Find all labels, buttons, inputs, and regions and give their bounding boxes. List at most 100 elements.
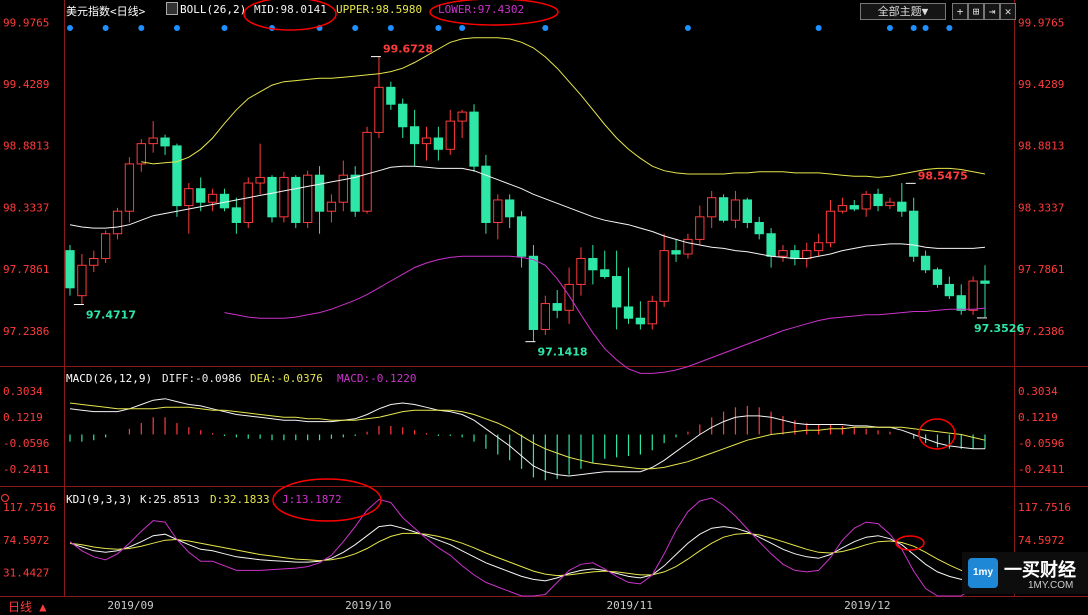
candle-body-56	[730, 199, 741, 221]
candle-body-10	[184, 188, 194, 207]
annotation-label-1: 97.4717	[86, 309, 136, 322]
candle-body-76	[968, 280, 978, 311]
candle-body-24	[350, 174, 360, 212]
candle-body-42	[564, 283, 574, 311]
candle-body-50	[659, 250, 669, 302]
price-tick-left-3: 98.3337	[3, 201, 49, 214]
price-tick-left-2: 98.8813	[3, 140, 49, 153]
macd-tick-right-0: 0.3034	[1018, 385, 1058, 398]
macd-tick-left-0: 0.3034	[3, 385, 43, 398]
signal-dot-8	[387, 25, 394, 31]
candle-body-36	[493, 199, 503, 223]
annotation-label-3: 98.5475	[918, 169, 968, 182]
settings-dot-icon[interactable]	[1, 494, 9, 502]
candle-body-58	[754, 221, 764, 235]
candle-body-53	[695, 216, 705, 240]
kdj-tick-right-0: 117.7516	[1018, 501, 1071, 514]
kdj-k-value: K:25.8513	[140, 493, 200, 506]
date-label-3: 2019/12	[844, 599, 890, 612]
candle-body-38	[516, 216, 527, 257]
signal-dot-2	[138, 25, 145, 31]
watermark-name: 一买财经	[1004, 560, 1076, 581]
candle-body-65	[837, 205, 848, 212]
candle-body-13	[219, 193, 230, 209]
candle-body-34	[469, 111, 479, 167]
candle-body-69	[885, 201, 895, 207]
date-label-0: 2019/09	[107, 599, 153, 612]
macd-tick-left-1: 0.1219	[3, 411, 43, 424]
export-icon[interactable]: ⇥	[984, 3, 1000, 20]
candle-body-19	[291, 176, 301, 223]
price-tick-left-5: 97.2386	[3, 325, 49, 338]
candle-body-28	[398, 103, 408, 128]
theme-dropdown[interactable]: 全部主题▼	[860, 3, 946, 20]
candle-body-40	[540, 303, 550, 330]
candle-body-37	[505, 199, 515, 218]
signal-dot-14	[886, 25, 893, 31]
candle-body-54	[707, 197, 717, 218]
signal-dot-3	[173, 25, 180, 31]
price-tick-right-2: 98.8813	[1018, 140, 1064, 153]
candle-body-67	[861, 193, 871, 210]
candle-body-46	[611, 276, 622, 308]
candle-body-66	[849, 205, 859, 210]
macd-tick-right-3: -0.2411	[1018, 463, 1064, 476]
candle-body-0	[65, 250, 75, 289]
candle-body-47	[623, 306, 634, 319]
candle-body-6	[136, 143, 146, 165]
boll-upper-value: UPPER:98.5980	[336, 3, 423, 16]
candle-body-72	[920, 255, 931, 271]
price-tick-left-0: 99.9765	[3, 16, 49, 29]
candle-body-14	[231, 207, 242, 223]
watermark-url: 1MY.COM	[1028, 580, 1074, 591]
boll-label: BOLL(26,2)	[180, 3, 247, 16]
candle-body-63	[813, 242, 824, 252]
grid-icon[interactable]: ⊞	[968, 3, 984, 20]
candle-body-18	[279, 176, 289, 218]
price-tick-right-3: 98.3337	[1018, 201, 1064, 214]
signal-dot-7	[352, 25, 359, 31]
price-tick-right-4: 97.7861	[1018, 263, 1064, 276]
macd-tick-left-2: -0.0596	[3, 437, 49, 450]
macd-dea-value: DEA:-0.0376	[250, 372, 323, 385]
candle-body-30	[421, 137, 432, 145]
signal-dot-9	[435, 25, 442, 31]
period-selector[interactable]: 日线 ▲	[8, 598, 46, 615]
signal-dot-15	[910, 25, 917, 31]
price-tick-right-5: 97.2386	[1018, 325, 1064, 338]
candle-body-49	[647, 300, 657, 325]
candle-body-20	[303, 174, 313, 223]
kdj-label: KDJ(9,3,3)	[66, 493, 133, 506]
price-tick-right-0: 99.9765	[1018, 16, 1064, 29]
price-tick-left-1: 99.4289	[3, 78, 49, 91]
close-icon[interactable]: ✕	[1000, 3, 1016, 20]
signal-dot-12	[684, 25, 691, 31]
candle-body-71	[909, 210, 919, 257]
boll-mid-value: MID:98.0141	[254, 3, 327, 16]
candle-body-5	[124, 163, 135, 212]
candle-body-57	[742, 199, 752, 223]
candle-body-60	[778, 250, 788, 257]
candle-body-16	[255, 176, 265, 184]
candle-body-59	[766, 233, 776, 257]
signal-dot-11	[542, 25, 549, 31]
macd-label: MACD(26,12,9)	[66, 372, 153, 385]
kdj-tick-left-2: 31.4427	[3, 566, 49, 579]
date-label-2: 2019/11	[607, 599, 653, 612]
macd-tick-right-1: 0.1219	[1018, 411, 1058, 424]
candle-body-43	[576, 258, 586, 285]
candle-body-3	[100, 233, 111, 260]
macd-diff-value: DIFF:-0.0986	[162, 372, 242, 385]
candle-body-11	[196, 188, 206, 203]
candle-body-41	[552, 303, 562, 311]
candle-body-27	[386, 86, 396, 105]
signal-dot-0	[67, 25, 73, 31]
boll-lower-value: LOWER:97.4302	[438, 3, 525, 16]
candle-body-73	[932, 269, 943, 285]
macd-tick-left-3: -0.2411	[3, 463, 49, 476]
crosshair-icon[interactable]: +	[952, 3, 968, 20]
candle-body-7	[148, 137, 158, 145]
signal-dot-13	[815, 25, 822, 31]
candle-body-2	[89, 258, 99, 266]
candle-body-61	[790, 250, 800, 260]
